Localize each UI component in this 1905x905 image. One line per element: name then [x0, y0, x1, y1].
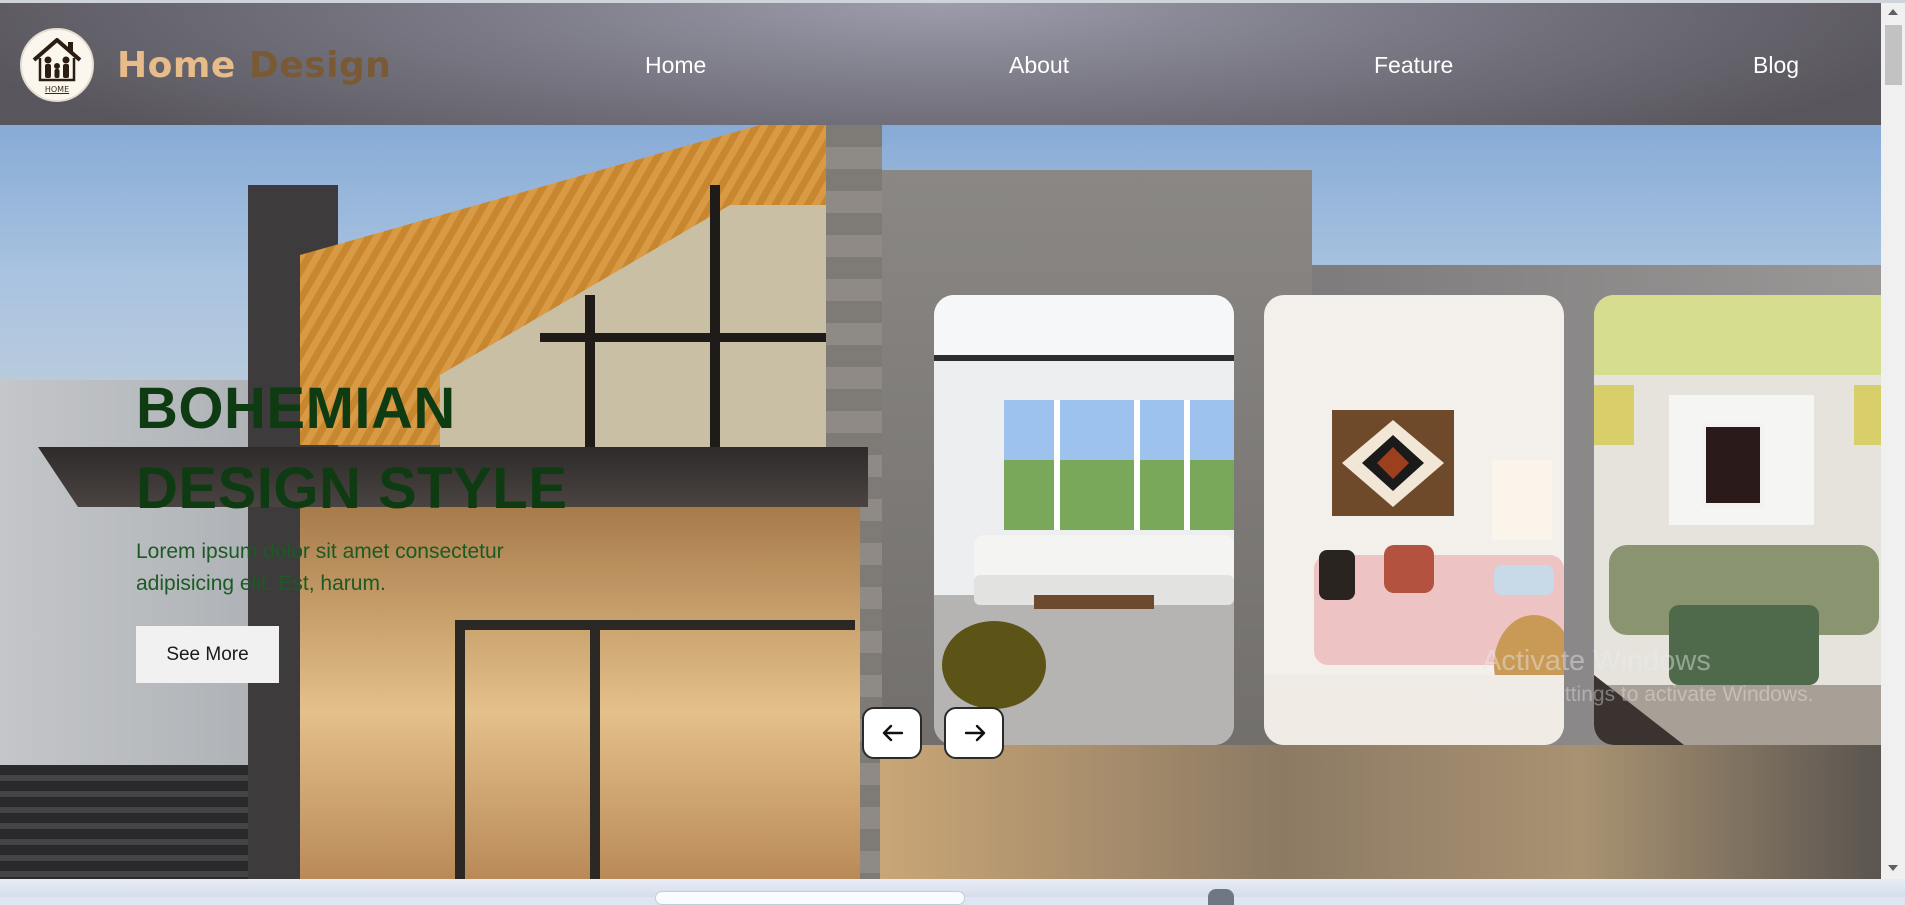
- see-more-button[interactable]: See More: [136, 626, 279, 683]
- taskbar-search-box[interactable]: [655, 891, 965, 905]
- brand-name[interactable]: Home Design: [117, 45, 391, 86]
- logo-caption: HOME: [44, 85, 70, 94]
- taskbar-app-icon[interactable]: [1208, 889, 1234, 905]
- slider-next-button[interactable]: [944, 707, 1004, 759]
- hero-title-line-1: BOHEMIAN: [136, 376, 456, 441]
- scroll-up-arrow-icon[interactable]: [1888, 9, 1898, 15]
- browser-viewport: HOME Home Design Home About Feature Blog: [0, 0, 1905, 879]
- taskbar: [0, 879, 1905, 905]
- logo[interactable]: HOME: [20, 28, 94, 102]
- scroll-down-arrow-icon[interactable]: [1888, 865, 1898, 871]
- brand-home-text: Home: [117, 45, 236, 86]
- nav-feature[interactable]: Feature: [1374, 52, 1453, 79]
- nav-blog[interactable]: Blog: [1753, 52, 1799, 79]
- living-room-white-sofa-image: [934, 295, 1234, 745]
- hero-description: Lorem ipsum dolor sit amet consectetur a…: [136, 540, 504, 595]
- site-header: HOME Home Design Home About Feature Blog: [0, 3, 1881, 125]
- slider-card-white-living-room[interactable]: [934, 295, 1234, 745]
- hero-title-line-2: DESIGN STYLE: [136, 456, 568, 521]
- nav-home[interactable]: Home: [645, 52, 706, 79]
- arrow-left-icon: [882, 724, 904, 742]
- slider-prev-button[interactable]: [862, 707, 922, 759]
- brand-design-text: Design: [248, 45, 392, 86]
- arrow-right-icon: [964, 724, 986, 742]
- activate-windows-title: Activate Windows: [1482, 645, 1711, 677]
- scrollbar-thumb[interactable]: [1885, 25, 1902, 85]
- activate-windows-subtitle: Go to Settings to activate Windows.: [1482, 683, 1814, 706]
- hero-title: BOHEMIAN DESIGN STYLE: [136, 369, 696, 529]
- nav-about[interactable]: About: [1009, 52, 1069, 79]
- page-scrollbar[interactable]: [1881, 3, 1905, 879]
- hero-section: BOHEMIAN DESIGN STYLE Lorem ipsum dolor …: [0, 125, 1881, 879]
- house-family-icon: [32, 38, 82, 82]
